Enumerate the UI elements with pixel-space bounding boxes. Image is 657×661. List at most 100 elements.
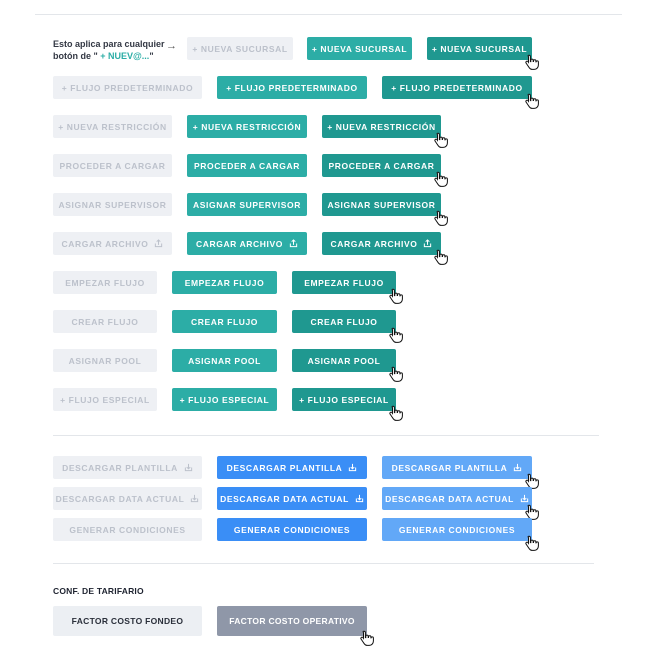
button-label: CREAR FLUJO xyxy=(190,316,259,327)
hand-pointer-icon xyxy=(434,132,448,148)
button-label: DESCARGAR PLANTILLA xyxy=(62,462,178,473)
proceder-a-cargar-button[interactable]: PROCEDER A CARGAR xyxy=(187,154,307,177)
flujo-especial-button[interactable]: + FLUJO ESPECIAL xyxy=(172,388,277,411)
descargar-data-actual-button[interactable]: DESCARGAR DATA ACTUAL xyxy=(217,487,367,510)
button-label: + NUEVA RESTRICCIÓN xyxy=(327,121,436,132)
button-label: EMPEZAR FLUJO xyxy=(184,277,265,288)
hand-pointer-icon xyxy=(389,327,403,343)
button-label: ASIGNAR SUPERVISOR xyxy=(327,199,436,210)
button-label: + FLUJO ESPECIAL xyxy=(60,394,150,405)
proceder-a-cargar-button-disabled: PROCEDER A CARGAR xyxy=(53,154,172,177)
nueva-sucursal-button[interactable]: + NUEVA SUCURSAL xyxy=(307,37,412,60)
hand-pointer-icon xyxy=(360,630,374,646)
button-label: ASIGNAR POOL xyxy=(188,355,261,366)
button-label: DESCARGAR DATA ACTUAL xyxy=(55,493,185,504)
hand-pointer-icon xyxy=(525,93,539,109)
generar-condiciones-button[interactable]: GENERAR CONDICIONES xyxy=(217,518,367,541)
note-highlight: + NUEV@... xyxy=(97,51,150,61)
button-label: ASIGNAR POOL xyxy=(307,355,381,366)
nueva-restriccion-button[interactable]: + NUEVA RESTRICCIÓN xyxy=(187,115,307,138)
button-label: + NUEVA SUCURSAL xyxy=(431,43,528,54)
button-label: CREAR FLUJO xyxy=(310,316,378,327)
button-label: EMPEZAR FLUJO xyxy=(304,277,384,288)
descargar-plantilla-button-disabled: DESCARGAR PLANTILLA xyxy=(53,456,202,479)
descargar-plantilla-button[interactable]: DESCARGAR PLANTILLA xyxy=(217,456,367,479)
button-label: + FLUJO PREDETERMINADO xyxy=(226,82,358,93)
flujo-especial-button-hover[interactable]: + FLUJO ESPECIAL xyxy=(292,388,403,421)
generar-condiciones-button-disabled: GENERAR CONDICIONES xyxy=(53,518,202,541)
arrow-right-icon: → xyxy=(166,40,177,52)
hand-pointer-icon xyxy=(525,54,539,70)
proceder-a-cargar-button-hover[interactable]: PROCEDER A CARGAR xyxy=(322,154,448,187)
asignar-pool-button-disabled: ASIGNAR POOL xyxy=(53,349,157,372)
button-label: FACTOR COSTO FONDEO xyxy=(71,616,184,626)
download-icon xyxy=(520,494,529,503)
button-label: + FLUJO PREDETERMINADO xyxy=(61,82,194,93)
descargar-data-actual-button-hover[interactable]: DESCARGAR DATA ACTUAL xyxy=(382,487,539,520)
asignar-supervisor-button[interactable]: ASIGNAR SUPERVISOR xyxy=(187,193,307,216)
flujo-predeterminado-button[interactable]: + FLUJO PREDETERMINADO xyxy=(217,76,367,99)
button-label: CARGAR ARCHIVO xyxy=(61,238,149,249)
button-label: + NUEVA SUCURSAL xyxy=(192,43,288,54)
flujo-predeterminado-button-hover[interactable]: + FLUJO PREDETERMINADO xyxy=(382,76,539,109)
upload-icon xyxy=(289,239,298,248)
button-label: + NUEVA RESTRICCIÓN xyxy=(58,121,167,132)
factor-costo-fondeo-button[interactable]: FACTOR COSTO FONDEO xyxy=(53,606,202,636)
note-line2-suffix: " xyxy=(149,51,154,61)
button-label: GENERAR CONDICIONES xyxy=(398,524,516,535)
top-divider xyxy=(35,14,622,15)
hand-pointer-icon xyxy=(389,366,403,382)
section-divider-1 xyxy=(53,435,599,436)
usage-note: Esto aplica para cualquier botón de " + … xyxy=(53,38,171,62)
button-label: CREAR FLUJO xyxy=(71,316,139,327)
empezar-flujo-button-disabled: EMPEZAR FLUJO xyxy=(53,271,157,294)
hand-pointer-icon xyxy=(434,210,448,226)
asignar-supervisor-button-disabled: ASIGNAR SUPERVISOR xyxy=(53,193,172,216)
button-label: GENERAR CONDICIONES xyxy=(233,524,351,535)
nueva-sucursal-button-disabled: + NUEVA SUCURSAL xyxy=(187,37,293,60)
button-label: CARGAR ARCHIVO xyxy=(196,238,283,249)
button-label: GENERAR CONDICIONES xyxy=(69,524,186,535)
crear-flujo-button[interactable]: CREAR FLUJO xyxy=(172,310,277,333)
hand-pointer-icon xyxy=(434,171,448,187)
flujo-especial-button-disabled: + FLUJO ESPECIAL xyxy=(53,388,157,411)
note-line1: Esto aplica para cualquier xyxy=(53,39,165,49)
nueva-restriccion-button-hover[interactable]: + NUEVA RESTRICCIÓN xyxy=(322,115,448,148)
descargar-data-actual-button-disabled: DESCARGAR DATA ACTUAL xyxy=(53,487,202,510)
empezar-flujo-button-hover[interactable]: EMPEZAR FLUJO xyxy=(292,271,403,304)
button-label: ASIGNAR POOL xyxy=(68,355,142,366)
button-label: + NUEVA SUCURSAL xyxy=(311,43,408,54)
button-label: FACTOR COSTO OPERATIVO xyxy=(229,616,355,626)
cargar-archivo-button[interactable]: CARGAR ARCHIVO xyxy=(187,232,307,255)
button-label: DESCARGAR PLANTILLA xyxy=(391,462,508,473)
nueva-sucursal-button-hover[interactable]: + NUEVA SUCURSAL xyxy=(427,37,539,70)
upload-icon xyxy=(423,239,432,248)
asignar-supervisor-button-hover[interactable]: ASIGNAR SUPERVISOR xyxy=(322,193,448,226)
crear-flujo-button-hover[interactable]: CREAR FLUJO xyxy=(292,310,403,343)
download-icon xyxy=(348,463,357,472)
hand-pointer-icon xyxy=(389,405,403,421)
button-label: + FLUJO ESPECIAL xyxy=(299,394,389,405)
asignar-pool-button[interactable]: ASIGNAR POOL xyxy=(172,349,277,372)
note-line2-prefix: botón de " xyxy=(53,51,98,61)
download-icon xyxy=(190,494,199,503)
button-label: DESCARGAR DATA ACTUAL xyxy=(385,493,514,504)
button-label: ASIGNAR SUPERVISOR xyxy=(193,199,301,210)
asignar-pool-button-hover[interactable]: ASIGNAR POOL xyxy=(292,349,403,382)
button-label: PROCEDER A CARGAR xyxy=(59,160,166,171)
tarifario-title: CONF. DE TARIFARIO xyxy=(53,586,144,596)
empezar-flujo-button[interactable]: EMPEZAR FLUJO xyxy=(172,271,277,294)
button-label: DESCARGAR PLANTILLA xyxy=(226,462,343,473)
flujo-predeterminado-button-disabled: + FLUJO PREDETERMINADO xyxy=(53,76,202,99)
hand-pointer-icon xyxy=(434,249,448,265)
factor-costo-operativo-button[interactable]: FACTOR COSTO OPERATIVO xyxy=(217,606,374,646)
descargar-plantilla-button-hover[interactable]: DESCARGAR PLANTILLA xyxy=(382,456,539,489)
cargar-archivo-button-hover[interactable]: CARGAR ARCHIVO xyxy=(322,232,448,265)
generar-condiciones-button-hover[interactable]: GENERAR CONDICIONES xyxy=(382,518,539,551)
cargar-archivo-button-disabled: CARGAR ARCHIVO xyxy=(53,232,172,255)
upload-icon xyxy=(154,239,163,248)
button-label: + FLUJO PREDETERMINADO xyxy=(391,82,523,93)
download-icon xyxy=(513,463,522,472)
download-icon xyxy=(355,494,364,503)
button-label: DESCARGAR DATA ACTUAL xyxy=(220,493,349,504)
